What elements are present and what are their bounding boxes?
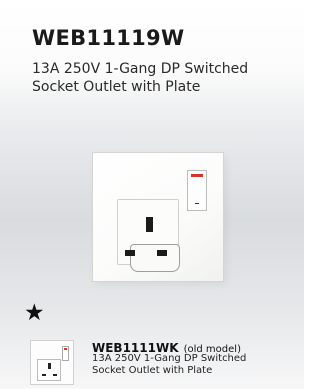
switch-off-marking <box>195 203 199 204</box>
live-pin-slot <box>125 250 135 256</box>
rocker-switch <box>187 170 207 211</box>
thumbnail-live-slot <box>42 374 46 376</box>
thumbnail-switch-indicator <box>64 348 67 350</box>
neutral-pin-slot <box>157 250 167 256</box>
socket-outlet-product-image <box>92 152 224 282</box>
old-model-description-line-1: 13A 250V 1-Gang DP Switched <box>92 353 247 364</box>
product-code: WEB11119W <box>32 26 185 50</box>
product-description-line-1: 13A 250V 1-Gang DP Switched <box>32 61 249 77</box>
old-model-thumbnail <box>30 340 74 385</box>
star-icon: ★ <box>24 300 45 326</box>
old-model-description-line-2: Socket Outlet with Plate <box>92 365 213 376</box>
socket-recess-outline <box>130 244 180 272</box>
thumbnail-switch <box>62 346 69 361</box>
thumbnail-neutral-slot <box>53 374 57 376</box>
switch-indicator-red <box>191 174 203 177</box>
product-description: 13A 250V 1-Gang DP Switched Socket Outle… <box>32 60 292 96</box>
product-description-line-2: Socket Outlet with Plate <box>32 79 201 95</box>
thumbnail-socket <box>37 359 61 381</box>
earth-pin-slot <box>146 217 153 232</box>
product-card: WEB11119W 13A 250V 1-Gang DP Switched So… <box>0 0 304 389</box>
old-model-description: 13A 250V 1-Gang DP Switched Socket Outle… <box>92 353 246 377</box>
thumbnail-earth-slot <box>48 363 51 369</box>
